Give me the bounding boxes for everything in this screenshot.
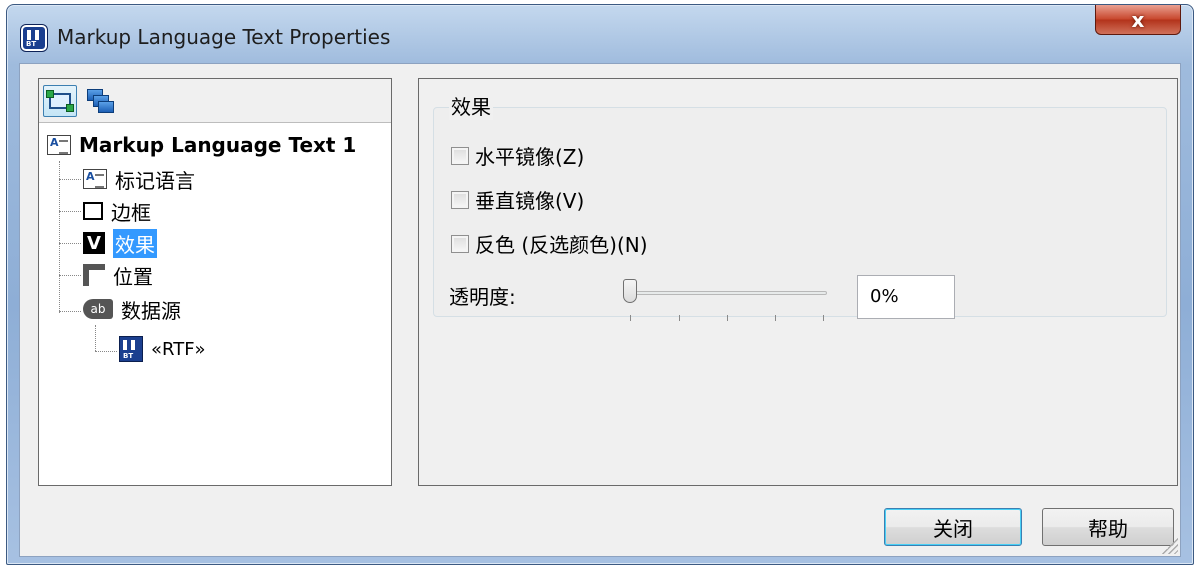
opacity-input[interactable]: 0% — [857, 275, 955, 319]
layers-button[interactable] — [85, 87, 115, 115]
checkbox-box[interactable] — [451, 190, 469, 209]
tree-item-label: «RTF» — [151, 338, 206, 360]
title-bar[interactable]: BT Markup Language Text Properties x — [7, 5, 1193, 63]
opacity-slider-thumb[interactable] — [623, 279, 637, 303]
slider-tick — [823, 315, 824, 321]
rtf-icon: BT — [119, 336, 143, 362]
frame-icon — [83, 202, 103, 220]
document-icon — [83, 169, 107, 189]
effect-icon: V — [83, 232, 105, 254]
tree-item-label: 标记语言 — [115, 168, 195, 193]
mirror-horizontal-checkbox[interactable]: 水平镜像(Z) — [451, 141, 584, 170]
effects-group-title: 效果 — [449, 91, 493, 120]
slider-tick — [679, 315, 680, 321]
tree-item-label: Markup Language Text 1 — [79, 133, 357, 157]
close-button[interactable]: 关闭 — [884, 508, 1022, 546]
mirror-vertical-checkbox[interactable]: 垂直镜像(V) — [451, 185, 584, 214]
tree-item-position[interactable]: 位置 — [83, 259, 153, 291]
slider-tick — [775, 315, 776, 321]
tree-item-label: 边框 — [111, 200, 151, 225]
checkbox-label: 反色 (反选颜色)(N) — [475, 233, 648, 257]
object-tree-pane: Markup Language Text 1 标记语言 边框 V 效果 位置 — [38, 78, 392, 486]
window-title: Markup Language Text Properties — [57, 25, 391, 49]
tree-item-markup[interactable]: 标记语言 — [83, 163, 195, 195]
slider-tick — [630, 315, 631, 321]
document-icon — [47, 135, 71, 155]
app-icon: BT — [21, 25, 47, 51]
tree-item-effects[interactable]: V 效果 — [83, 227, 157, 259]
close-window-button[interactable]: x — [1095, 5, 1181, 35]
position-icon — [83, 264, 105, 286]
tree-item-data-source[interactable]: ab 数据源 — [83, 293, 181, 325]
dialog-window: BT Markup Language Text Properties x A M… — [6, 4, 1194, 565]
object-tree: Markup Language Text 1 标记语言 边框 V 效果 位置 — [39, 123, 391, 362]
tree-item-frame[interactable]: 边框 — [83, 195, 151, 227]
slider-tick — [727, 315, 728, 321]
tree-item-label: 效果 — [113, 228, 157, 258]
opacity-label: 透明度: — [449, 285, 516, 309]
checkbox-label: 水平镜像(Z) — [475, 145, 585, 169]
checkbox-box[interactable] — [451, 234, 469, 253]
tree-item-rtf[interactable]: BT «RTF» — [119, 333, 206, 365]
tree-item-label: 位置 — [113, 264, 153, 289]
resize-grip[interactable] — [1162, 538, 1178, 554]
checkbox-box[interactable] — [451, 146, 469, 165]
tree-item-root[interactable]: Markup Language Text 1 — [47, 129, 356, 161]
help-button[interactable]: 帮助 — [1042, 508, 1174, 546]
object-view-button[interactable] — [43, 85, 77, 117]
object-view-icon — [46, 90, 74, 112]
app-icon-text: BT — [26, 40, 37, 48]
opacity-slider-track[interactable] — [631, 291, 827, 295]
data-source-icon: ab — [83, 299, 113, 319]
effects-panel: 效果 水平镜像(Z) 垂直镜像(V) 反色 (反选颜色)(N) 透明度: 0% — [418, 78, 1178, 486]
dialog-client-area: Markup Language Text 1 标记语言 边框 V 效果 位置 — [19, 63, 1181, 557]
invert-color-checkbox[interactable]: 反色 (反选颜色)(N) — [451, 229, 648, 258]
checkbox-label: 垂直镜像(V) — [475, 189, 585, 213]
tree-toolbar — [39, 79, 391, 123]
tree-item-label: 数据源 — [121, 298, 181, 323]
